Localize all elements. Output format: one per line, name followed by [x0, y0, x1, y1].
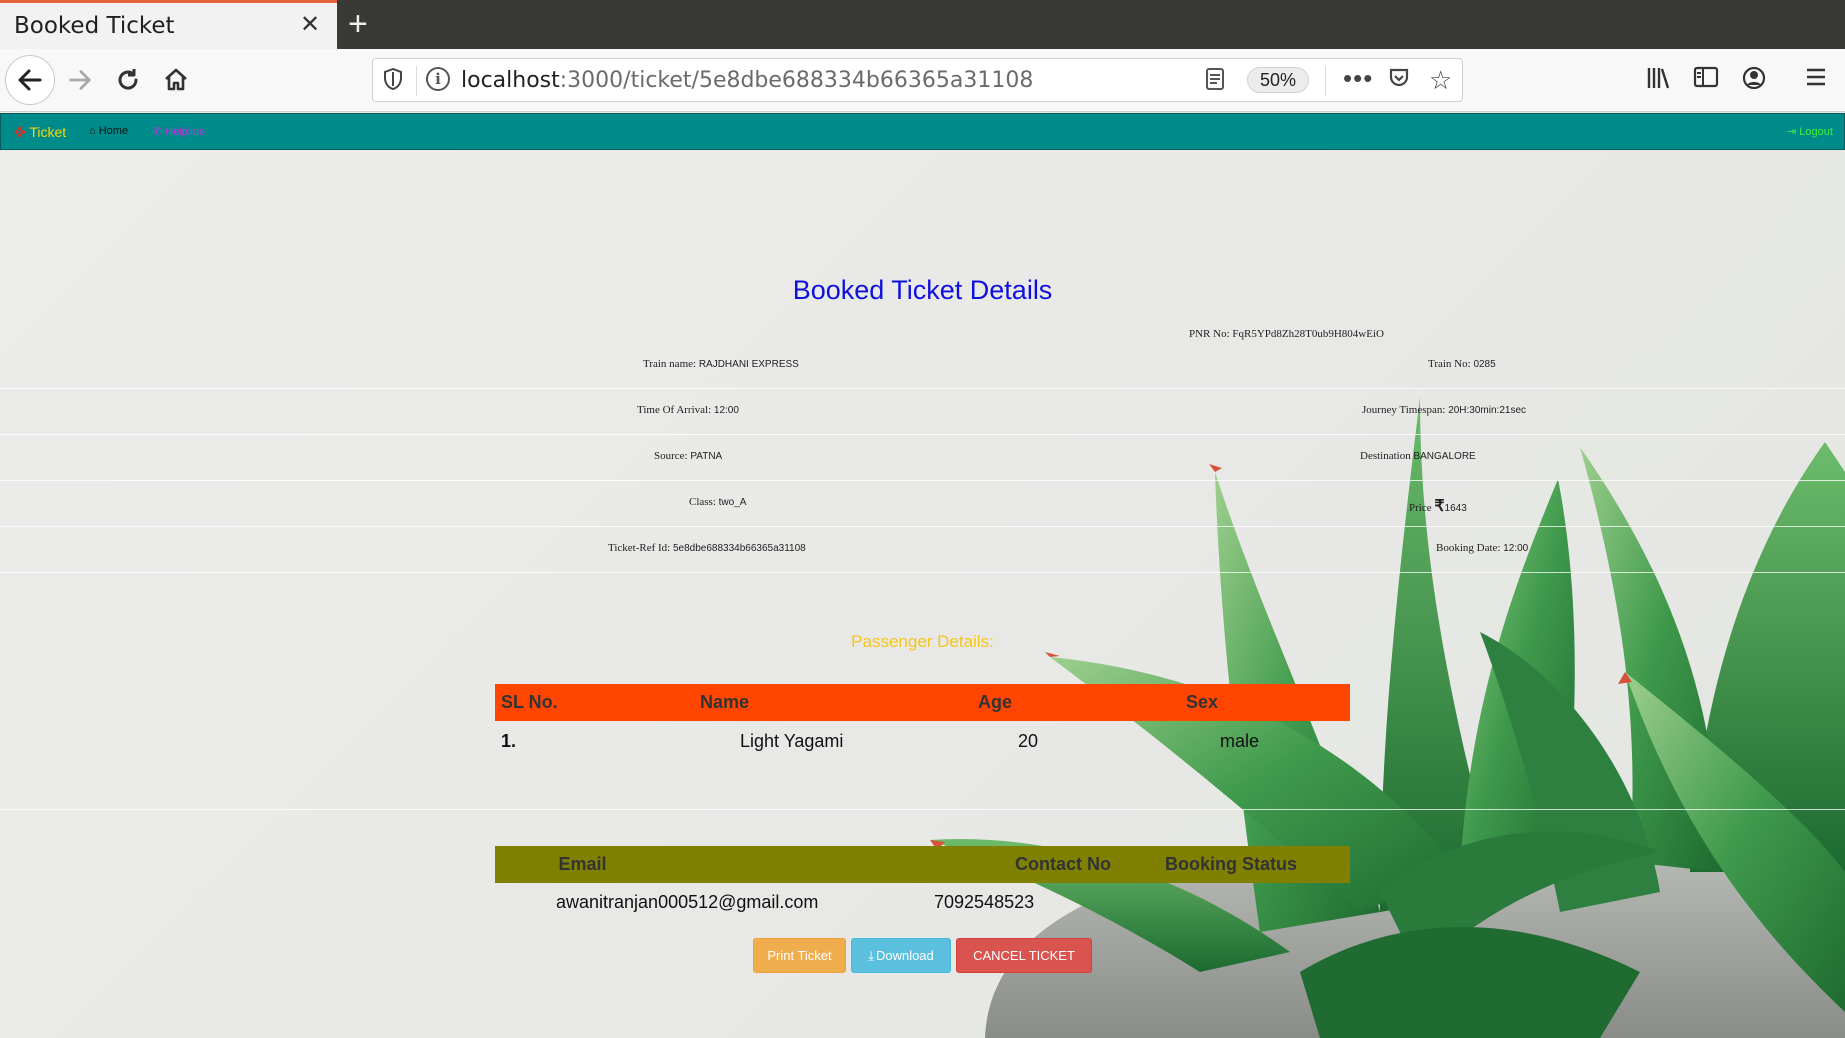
section-divider — [0, 809, 1845, 810]
train-number: Train No: 0285 — [1428, 358, 1496, 370]
url-text[interactable]: localhost:3000/ticket/5e8dbe688334b66365… — [461, 68, 1033, 93]
destination-station: Destination BANGALORE — [1360, 450, 1476, 462]
nav-logout-link[interactable]: ⇥ Logout — [1787, 125, 1833, 138]
arrow-right-icon — [69, 70, 91, 90]
ticket-ref-id: Ticket-Ref Id: 5e8dbe688334b66365a31108 — [608, 542, 806, 554]
bookmark-star-icon[interactable]: ☆ — [1429, 65, 1452, 96]
separator — [1325, 66, 1326, 96]
column-header: Age — [978, 684, 1186, 721]
arrival-time: Time Of Arrival: 12:00 — [637, 404, 739, 416]
separator — [416, 66, 417, 96]
ticket-icon: ✤ — [14, 124, 26, 140]
journey-timespan: Journey Timespan: 20H:30min:21sec — [1362, 404, 1527, 416]
row-divider — [0, 480, 1845, 481]
library-icon[interactable] — [1645, 65, 1671, 98]
row-divider — [0, 388, 1845, 389]
reader-view-icon[interactable] — [1205, 67, 1225, 97]
table-cell: male — [1220, 730, 1260, 751]
tracking-shield-icon[interactable] — [383, 67, 403, 97]
table-cell: 1. — [501, 730, 517, 751]
ticket-price: Price ₹1643 — [1409, 498, 1467, 515]
table-header-row: Email Contact No Booking Status — [495, 846, 1350, 883]
table-cell: Light Yagami — [740, 730, 844, 751]
email-value: awanitranjan000512@gmail.com — [556, 892, 819, 912]
table-row: 1. Light Yagami 20 male — [495, 721, 1350, 761]
column-header: Name — [700, 684, 978, 721]
column-header: Booking Status — [1123, 846, 1350, 883]
tab-strip: Booked Ticket ✕ + — [0, 0, 1845, 49]
tab-booked-ticket[interactable]: Booked Ticket ✕ — [0, 0, 337, 49]
column-header: Contact No — [670, 846, 1123, 883]
reload-button[interactable] — [103, 55, 153, 105]
back-button[interactable] — [5, 55, 55, 105]
arrow-left-icon — [18, 69, 42, 91]
account-icon[interactable] — [1741, 65, 1767, 98]
rupee-icon: ₹ — [1434, 498, 1445, 515]
page-content: ✤ Ticket ⌂ Home ✆ Helpline ⇥ Logout Book… — [0, 112, 1845, 1038]
browser-toolbar: i localhost:3000/ticket/5e8dbe688334b663… — [0, 49, 1845, 112]
table-header-row: SL No. Name Age Sex — [495, 684, 1350, 721]
home-icon — [165, 68, 187, 91]
site-navbar: ✤ Ticket ⌂ Home ✆ Helpline ⇥ Logout — [0, 113, 1845, 150]
row-divider — [0, 572, 1845, 573]
source-station: Source: PATNA — [654, 450, 723, 462]
reload-icon — [118, 69, 138, 90]
forward-button[interactable] — [55, 55, 105, 105]
table-cell: 20 — [1018, 730, 1039, 751]
pocket-icon[interactable] — [1388, 67, 1410, 95]
column-header: Email — [495, 846, 670, 883]
print-ticket-button[interactable]: Print Ticket — [753, 938, 846, 973]
row-divider — [0, 434, 1845, 435]
train-name: Train name: RAJDHANI EXPRESS — [643, 358, 799, 370]
phone-icon: ✆ — [153, 126, 163, 138]
booking-status-value — [1123, 883, 1350, 923]
column-header: Sex — [1186, 684, 1350, 721]
table-cell: awanitranjan000512@gmail.com 7092548523 — [495, 883, 1123, 923]
zoom-level-button[interactable]: 50% — [1247, 67, 1309, 93]
tab-title: Booked Ticket — [14, 13, 175, 39]
home-icon: ⌂ — [89, 125, 96, 137]
booking-date: Booking Date: 12:00 — [1436, 542, 1529, 554]
home-button[interactable] — [151, 55, 201, 105]
close-tab-icon[interactable]: ✕ — [300, 13, 320, 37]
passenger-details-heading: Passenger Details: — [851, 632, 994, 651]
logout-icon: ⇥ — [1787, 126, 1797, 138]
contact-value: 7092548523 — [934, 892, 1035, 912]
nav-home-link[interactable]: ⌂ Home — [89, 125, 128, 137]
page-actions-more-icon[interactable]: ••• — [1343, 63, 1373, 94]
site-info-icon[interactable]: i — [426, 67, 450, 91]
cancel-ticket-button[interactable]: CANCEL TICKET — [956, 938, 1092, 973]
page-title: Booked Ticket Details — [792, 275, 1053, 305]
nav-helpline-link[interactable]: ✆ Helpline — [153, 125, 205, 138]
travel-class: Class: two_A — [689, 496, 747, 508]
column-header: SL No. — [495, 684, 700, 721]
hamburger-menu-icon[interactable] — [1804, 65, 1828, 96]
download-icon: ⤓ — [868, 947, 874, 963]
row-divider — [0, 526, 1845, 527]
pnr-number: PNR No: FqR5YPd8Zh28T0ub9H804wEiO — [1189, 328, 1384, 340]
new-tab-button[interactable]: + — [348, 6, 368, 42]
passenger-table: SL No. Name Age Sex 1. Light Yagami 20 m… — [495, 684, 1350, 761]
nav-brand-ticket[interactable]: ✤ Ticket — [14, 124, 66, 141]
address-bar[interactable]: i localhost:3000/ticket/5e8dbe688334b663… — [372, 58, 1463, 102]
table-row: awanitranjan000512@gmail.com 7092548523 — [495, 883, 1350, 923]
sidebar-toggle-icon[interactable] — [1693, 65, 1719, 96]
contact-table: Email Contact No Booking Status awanitra… — [495, 846, 1350, 923]
download-button[interactable]: ⤓ Download — [851, 938, 951, 973]
